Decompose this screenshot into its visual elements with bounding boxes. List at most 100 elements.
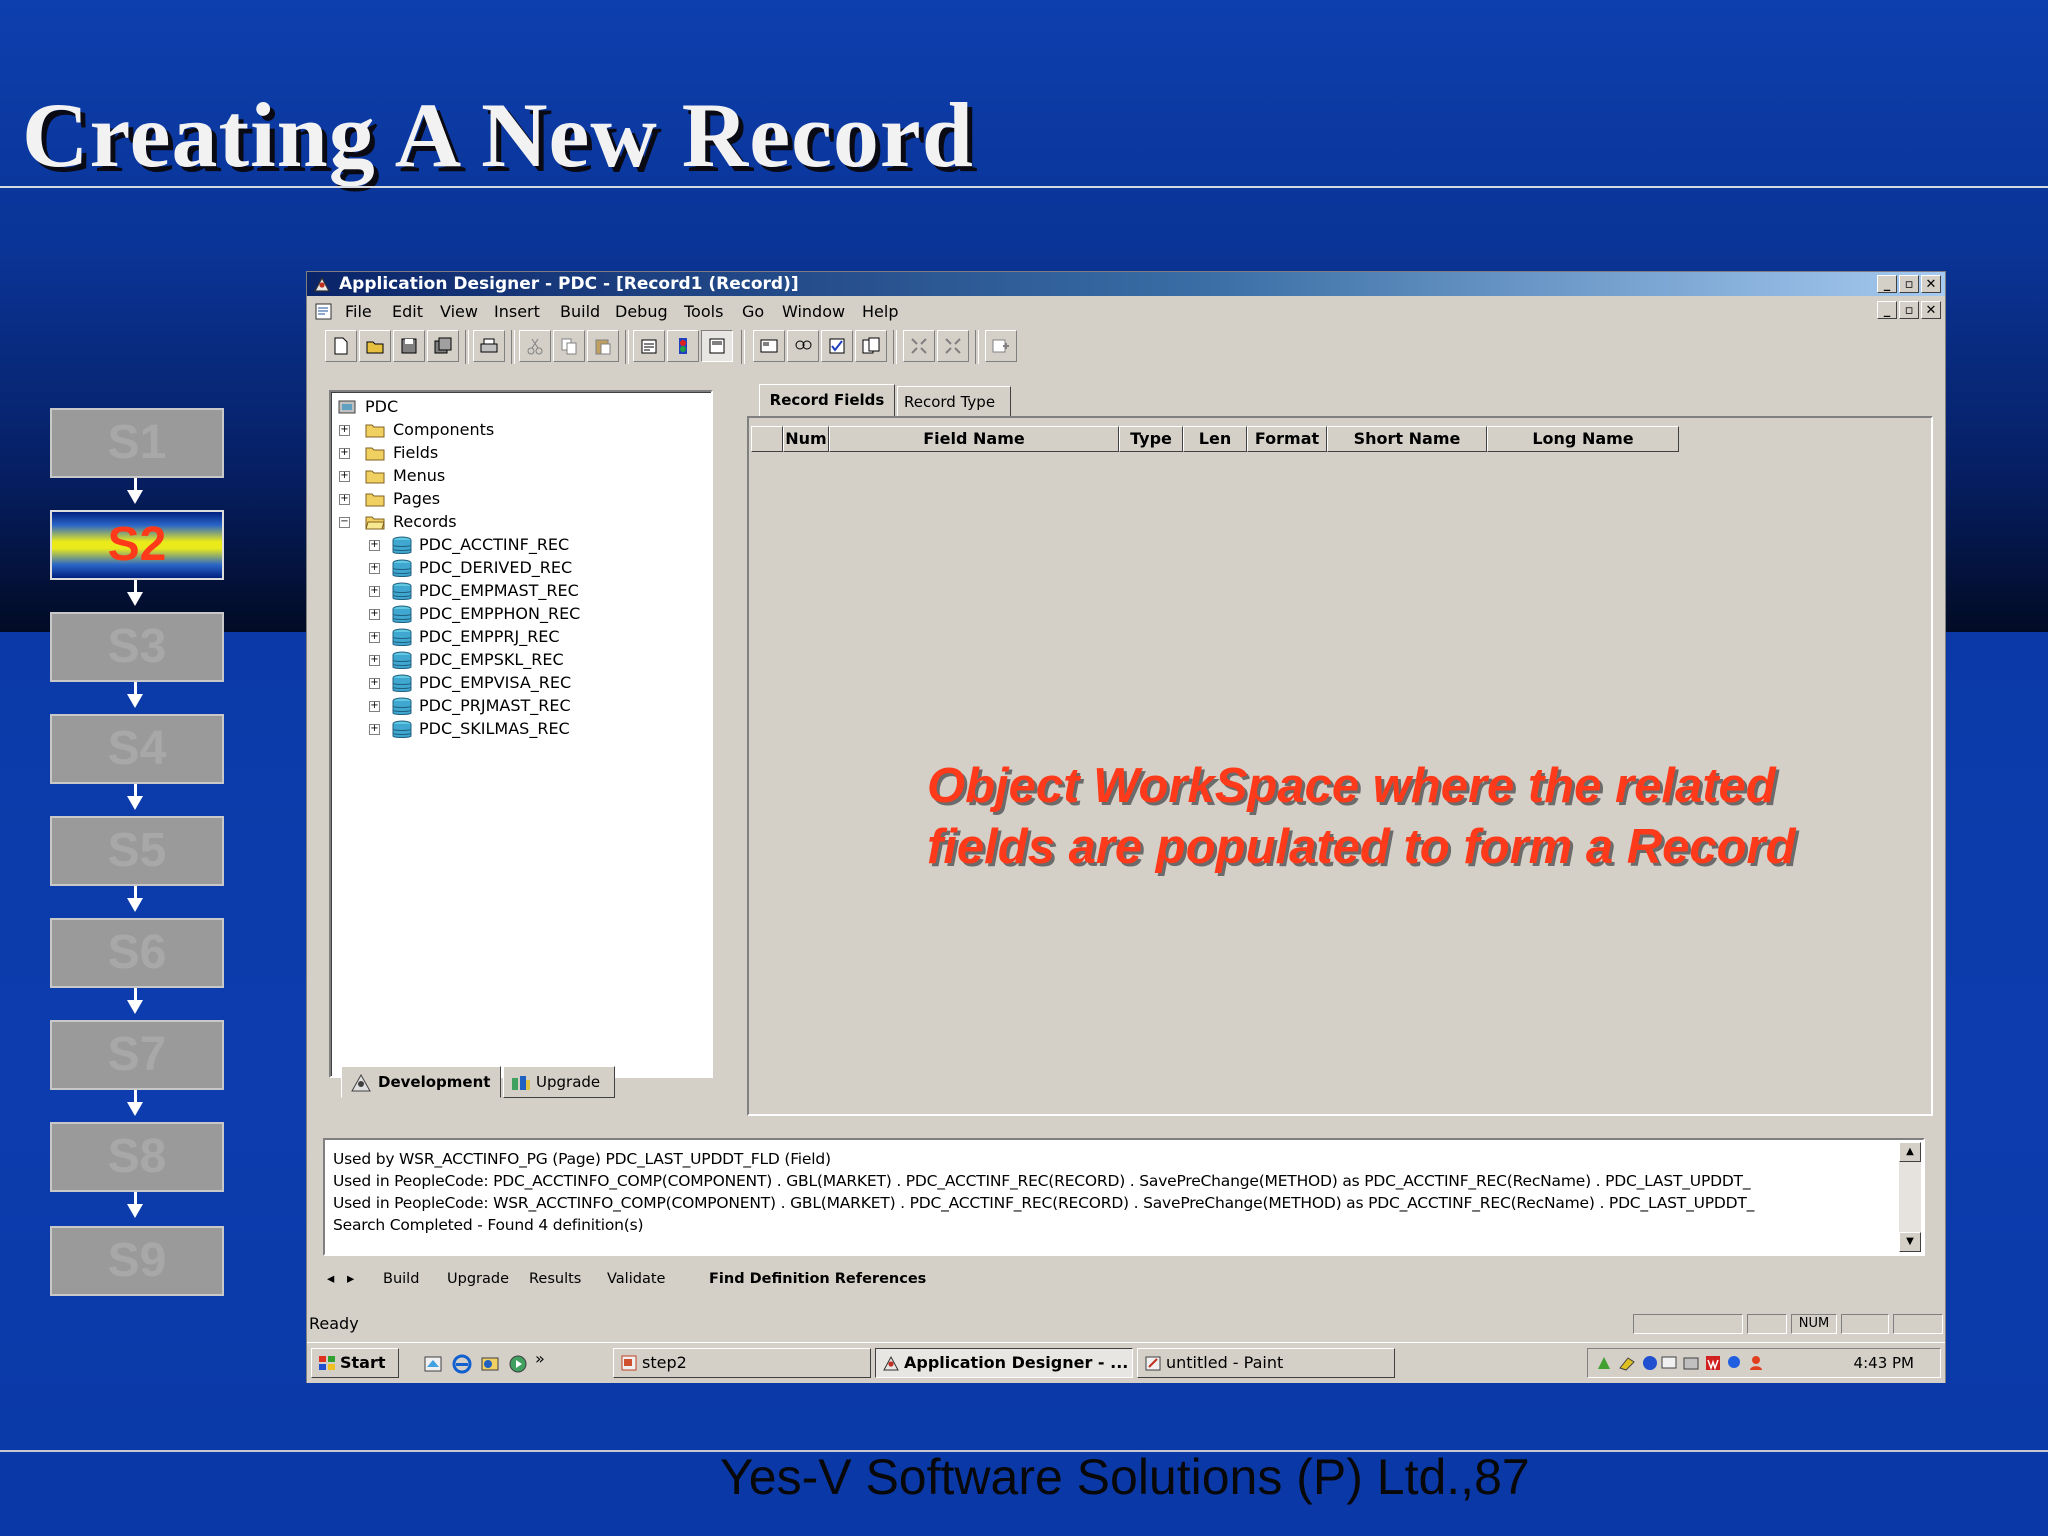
document-icon[interactable] bbox=[313, 300, 335, 322]
column-header-selector[interactable] bbox=[751, 426, 783, 452]
step-s6[interactable]: S6 bbox=[50, 918, 224, 988]
tab-scroll-left-icon[interactable]: ◂ bbox=[327, 1268, 334, 1290]
minimize-button[interactable]: _ bbox=[1877, 275, 1897, 293]
menu-view[interactable]: View bbox=[440, 302, 478, 321]
collapse-minus-icon[interactable]: − bbox=[339, 517, 350, 528]
new-icon[interactable] bbox=[325, 330, 357, 362]
column-header-len[interactable]: Len bbox=[1183, 426, 1247, 452]
expand-plus-icon[interactable]: + bbox=[369, 724, 380, 735]
tab-record-type[interactable]: Record Type bbox=[897, 386, 1011, 418]
step-s3[interactable]: S3 bbox=[50, 612, 224, 682]
output-tab-find-definition-references[interactable]: Find Definition References bbox=[709, 1268, 926, 1290]
taskbar-item-label: Application Designer - ... bbox=[904, 1353, 1129, 1372]
taskbar-item-application-designer[interactable]: Application Designer - ... bbox=[875, 1348, 1133, 1378]
tab-record-fields[interactable]: Record Fields bbox=[759, 384, 895, 418]
quicklaunch-chevron[interactable]: » bbox=[535, 1349, 545, 1368]
step-s1[interactable]: S1 bbox=[50, 408, 224, 478]
column-header-field-name[interactable]: Field Name bbox=[829, 426, 1119, 452]
start-button[interactable]: Start bbox=[311, 1348, 399, 1378]
output-scrollbar[interactable]: ▲ ▼ bbox=[1899, 1142, 1921, 1252]
save-all-icon[interactable] bbox=[427, 330, 459, 362]
save-icon[interactable] bbox=[393, 330, 425, 362]
paste-icon[interactable] bbox=[587, 330, 619, 362]
cut-icon[interactable] bbox=[519, 330, 551, 362]
doc-minimize-button[interactable]: _ bbox=[1877, 301, 1897, 319]
menu-debug[interactable]: Debug bbox=[615, 302, 668, 321]
expand-plus-icon[interactable]: + bbox=[369, 655, 380, 666]
menu-tools[interactable]: Tools bbox=[684, 302, 723, 321]
validate-icon[interactable] bbox=[821, 330, 853, 362]
scroll-down-arrow-icon[interactable]: ▼ bbox=[1899, 1232, 1921, 1252]
expand-plus-icon[interactable]: + bbox=[369, 678, 380, 689]
outlook-icon[interactable] bbox=[479, 1353, 501, 1375]
column-header-long-name[interactable]: Long Name bbox=[1487, 426, 1679, 452]
expand-plus-icon[interactable]: + bbox=[339, 494, 350, 505]
menu-help[interactable]: Help bbox=[862, 302, 898, 321]
expand-plus-icon[interactable]: + bbox=[369, 586, 380, 597]
menu-file[interactable]: File bbox=[345, 302, 372, 321]
step-arrow bbox=[134, 1192, 137, 1204]
expand-plus-icon[interactable]: + bbox=[339, 425, 350, 436]
restore-button[interactable]: ▫ bbox=[1899, 275, 1919, 293]
insert-field-icon[interactable] bbox=[985, 330, 1017, 362]
tab-development[interactable]: Development bbox=[341, 1066, 501, 1098]
taskbar-item-step2[interactable]: step2 bbox=[613, 1348, 871, 1378]
view-definition-icon[interactable] bbox=[753, 330, 785, 362]
step-s9[interactable]: S9 bbox=[50, 1226, 224, 1296]
record-icon bbox=[392, 559, 412, 577]
record-icon bbox=[392, 605, 412, 623]
step-s2[interactable]: S2 bbox=[50, 510, 224, 580]
taskbar-item-paint[interactable]: untitled - Paint bbox=[1137, 1348, 1395, 1378]
workspace-icon[interactable] bbox=[701, 330, 733, 362]
show-desktop-icon[interactable] bbox=[423, 1353, 445, 1375]
open-icon[interactable] bbox=[359, 330, 391, 362]
output-tab-build[interactable]: Build bbox=[383, 1268, 419, 1290]
compare-icon[interactable] bbox=[855, 330, 887, 362]
expand-icon[interactable] bbox=[903, 330, 935, 362]
menu-build[interactable]: Build bbox=[560, 302, 600, 321]
close-button[interactable]: ✕ bbox=[1921, 275, 1941, 293]
find-references-icon[interactable] bbox=[787, 330, 819, 362]
scroll-up-arrow-icon[interactable]: ▲ bbox=[1899, 1142, 1921, 1162]
tab-development-label: Development bbox=[378, 1073, 491, 1091]
media-player-icon[interactable] bbox=[507, 1353, 529, 1375]
expand-plus-icon[interactable]: + bbox=[369, 632, 380, 643]
expand-plus-icon[interactable]: + bbox=[339, 471, 350, 482]
column-header-num[interactable]: Num bbox=[783, 426, 829, 452]
menu-insert[interactable]: Insert bbox=[494, 302, 540, 321]
expand-plus-icon[interactable]: + bbox=[369, 540, 380, 551]
tab-upgrade[interactable]: Upgrade bbox=[503, 1066, 615, 1098]
step-s4[interactable]: S4 bbox=[50, 714, 224, 784]
step-s7[interactable]: S7 bbox=[50, 1020, 224, 1090]
column-header-format[interactable]: Format bbox=[1247, 426, 1327, 452]
tray-clock[interactable]: 4:43 PM bbox=[1854, 1349, 1914, 1377]
step-s5[interactable]: S5 bbox=[50, 816, 224, 886]
project-icon[interactable] bbox=[667, 330, 699, 362]
output-tab-validate[interactable]: Validate bbox=[607, 1268, 665, 1290]
status-text: Ready bbox=[309, 1314, 359, 1333]
menu-window[interactable]: Window bbox=[782, 302, 845, 321]
doc-restore-button[interactable]: ▫ bbox=[1899, 301, 1919, 319]
tray-icons bbox=[1598, 1356, 1762, 1371]
menu-go[interactable]: Go bbox=[742, 302, 764, 321]
step-s8[interactable]: S8 bbox=[50, 1122, 224, 1192]
copy-icon[interactable] bbox=[553, 330, 585, 362]
expand-plus-icon[interactable]: + bbox=[369, 609, 380, 620]
print-icon[interactable] bbox=[473, 330, 505, 362]
properties-icon[interactable] bbox=[633, 330, 665, 362]
expand-plus-icon[interactable]: + bbox=[369, 563, 380, 574]
menu-edit[interactable]: Edit bbox=[392, 302, 423, 321]
expand-plus-icon[interactable]: + bbox=[369, 701, 380, 712]
tab-scroll-right-icon[interactable]: ▸ bbox=[347, 1268, 354, 1290]
expand-plus-icon[interactable]: + bbox=[339, 448, 350, 459]
column-header-type[interactable]: Type bbox=[1119, 426, 1183, 452]
open-folder-icon bbox=[365, 516, 385, 530]
internet-explorer-icon[interactable] bbox=[451, 1353, 473, 1375]
column-header-short-name[interactable]: Short Name bbox=[1327, 426, 1487, 452]
window-titlebar[interactable]: Application Designer - PDC - [Record1 (R… bbox=[307, 272, 1945, 296]
collapse-icon[interactable] bbox=[937, 330, 969, 362]
output-tab-results[interactable]: Results bbox=[529, 1268, 581, 1290]
doc-close-button[interactable]: ✕ bbox=[1921, 301, 1941, 319]
output-pane[interactable]: Used by WSR_ACCTINFO_PG (Page) PDC_LAST_… bbox=[323, 1138, 1925, 1256]
output-tab-upgrade[interactable]: Upgrade bbox=[447, 1268, 509, 1290]
